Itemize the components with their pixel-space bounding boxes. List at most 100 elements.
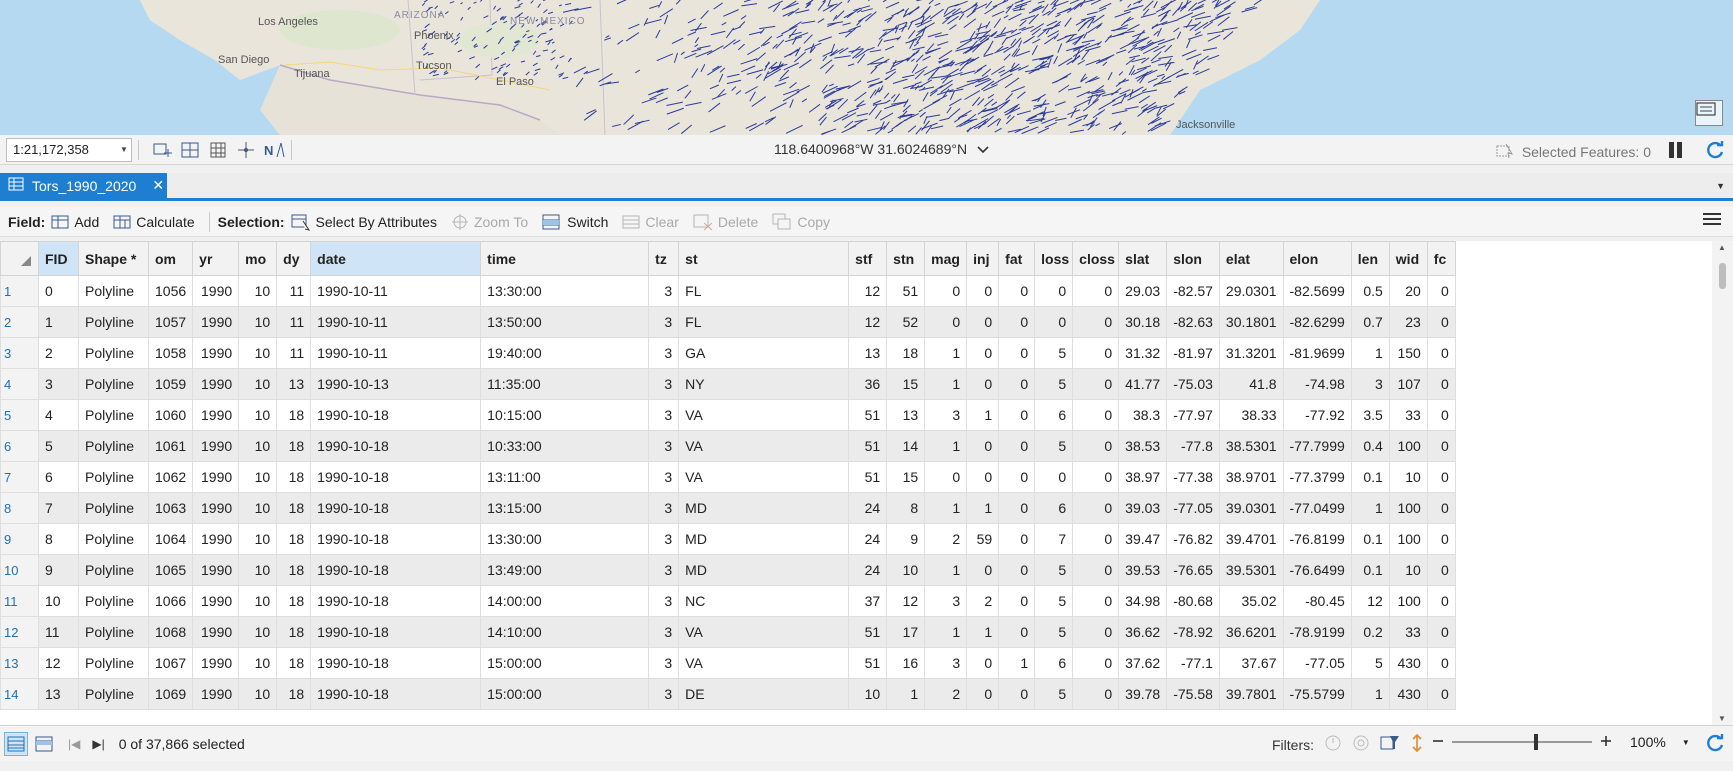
row-number[interactable]: 7	[0, 461, 39, 493]
table-cell[interactable]: 18	[276, 616, 312, 648]
table-cell[interactable]: 15:00:00	[480, 647, 650, 679]
table-cell[interactable]: 0	[1426, 399, 1456, 431]
table-cell[interactable]: VA	[678, 461, 850, 493]
table-cell[interactable]: 18	[276, 492, 312, 524]
time-filter-icon[interactable]	[1324, 734, 1342, 755]
table-cell[interactable]: 0	[966, 337, 1000, 369]
table-cell[interactable]: 13:50:00	[480, 306, 650, 338]
table-cell[interactable]: 12	[38, 647, 79, 679]
table-cell[interactable]: 1	[924, 337, 968, 369]
table-cell[interactable]: 0	[966, 461, 1000, 493]
table-cell[interactable]: 39.53	[1118, 554, 1168, 586]
table-cell[interactable]: 18	[276, 399, 312, 431]
column-header[interactable]: elat	[1218, 241, 1284, 276]
switch-selection-button[interactable]: Switch	[542, 213, 608, 231]
table-cell[interactable]: 3	[648, 523, 680, 555]
row-number[interactable]: 6	[0, 430, 39, 462]
last-record-icon[interactable]: ▶|	[92, 737, 104, 751]
table-cell[interactable]: Polyline	[78, 337, 149, 369]
map-view[interactable]: Los Angeles San Diego Tijuana Phoenix Tu…	[0, 0, 1733, 135]
table-cell[interactable]: 38.3	[1118, 399, 1168, 431]
table-cell[interactable]: 0	[966, 368, 1000, 400]
table-cell[interactable]: 1990	[192, 306, 240, 338]
scroll-down-icon[interactable]: ▼	[1718, 714, 1726, 723]
table-cell[interactable]: 10	[238, 430, 278, 462]
table-cell[interactable]: 1065	[147, 554, 194, 586]
column-header[interactable]: om	[147, 241, 194, 276]
table-row[interactable]: 8 7 Polyline 1063 1990 10 18 1990-10-18 13:15:00…	[0, 492, 1456, 524]
table-cell[interactable]: 15	[886, 461, 926, 493]
table-cell[interactable]: 2	[924, 678, 968, 710]
table-cell[interactable]: 0	[1072, 523, 1120, 555]
table-cell[interactable]: 1	[924, 492, 968, 524]
table-cell[interactable]: 1	[38, 306, 79, 338]
table-cell[interactable]: 3	[648, 306, 680, 338]
table-cell[interactable]: 0	[966, 306, 1000, 338]
table-cell[interactable]: Polyline	[78, 647, 149, 679]
table-cell[interactable]: 11	[276, 306, 312, 338]
table-cell[interactable]: 1066	[147, 585, 194, 617]
table-cell[interactable]: -77.92	[1282, 399, 1352, 431]
table-cell[interactable]: -74.98	[1282, 368, 1352, 400]
table-cell[interactable]: VA	[678, 399, 850, 431]
column-header[interactable]: yr	[192, 241, 240, 276]
table-cell[interactable]: 15	[886, 368, 926, 400]
calculate-field-button[interactable]: Calculate	[113, 214, 195, 230]
table-cell[interactable]: 150	[1388, 337, 1428, 369]
selected-features-indicator[interactable]: Selected Features: 0	[1496, 141, 1651, 162]
table-cell[interactable]: 0	[998, 554, 1036, 586]
column-header[interactable]: dy	[276, 241, 312, 276]
table-cell[interactable]: 10	[238, 399, 278, 431]
table-cell[interactable]: 0	[998, 399, 1036, 431]
table-cell[interactable]: 3	[648, 678, 680, 710]
table-cell[interactable]: 10	[238, 306, 278, 338]
table-cell[interactable]: -76.6499	[1282, 554, 1352, 586]
zoom-slider[interactable]	[1452, 734, 1592, 750]
row-number[interactable]: 8	[0, 492, 39, 524]
table-cell[interactable]: -81.9699	[1282, 337, 1352, 369]
table-cell[interactable]: -80.45	[1282, 585, 1352, 617]
table-cell[interactable]: 39.5301	[1218, 554, 1284, 586]
refresh-icon[interactable]	[1705, 733, 1725, 756]
snapping-icon[interactable]	[179, 139, 201, 161]
table-cell[interactable]: 0	[924, 275, 968, 307]
table-cell[interactable]: 1	[924, 616, 968, 648]
column-header[interactable]: inj	[966, 241, 1000, 276]
table-row[interactable]: 13 12 Polyline 1067 1990 10 18 1990-10-18 15:00:…	[0, 647, 1456, 679]
table-row[interactable]: 10 9 Polyline 1065 1990 10 18 1990-10-18 13:49:0…	[0, 554, 1456, 586]
table-cell[interactable]: 5	[1034, 430, 1074, 462]
table-cell[interactable]: 3	[648, 554, 680, 586]
table-cell[interactable]: 17	[886, 616, 926, 648]
table-cell[interactable]: 1069	[147, 678, 194, 710]
table-cell[interactable]: 10	[238, 678, 278, 710]
zoom-level-dropdown[interactable]: 100% ▼	[1630, 734, 1690, 750]
table-cell[interactable]: VA	[678, 430, 850, 462]
table-cell[interactable]: 33	[1388, 616, 1428, 648]
table-cell[interactable]: 10	[238, 554, 278, 586]
table-cell[interactable]: 39.4701	[1218, 523, 1284, 555]
column-header[interactable]: loss	[1034, 241, 1074, 276]
table-cell[interactable]: 13:11:00	[480, 461, 650, 493]
table-cell[interactable]: 0	[1034, 461, 1074, 493]
zoom-in-icon[interactable]	[1600, 734, 1612, 750]
table-cell[interactable]: 0	[1426, 647, 1456, 679]
table-cell[interactable]: 0	[38, 275, 79, 307]
table-cell[interactable]: 3	[924, 647, 968, 679]
table-cell[interactable]: 0	[1426, 368, 1456, 400]
table-cell[interactable]: 0	[1034, 275, 1074, 307]
table-cell[interactable]: 5	[1034, 337, 1074, 369]
table-cell[interactable]: 0	[998, 275, 1036, 307]
table-cell[interactable]: -82.57	[1166, 275, 1220, 307]
table-cell[interactable]: 10	[1388, 461, 1428, 493]
table-cell[interactable]: 10	[238, 368, 278, 400]
table-cell[interactable]: 1067	[147, 647, 194, 679]
table-cell[interactable]: 1	[924, 430, 968, 462]
table-cell[interactable]: 107	[1388, 368, 1428, 400]
table-row[interactable]: 11 10 Polyline 1066 1990 10 18 1990-10-18 14:00:…	[0, 585, 1456, 617]
table-cell[interactable]: 0	[1426, 275, 1456, 307]
table-cell[interactable]: 30.18	[1118, 306, 1168, 338]
table-cell[interactable]: 14:00:00	[480, 585, 650, 617]
table-cell[interactable]: 7	[38, 492, 79, 524]
table-cell[interactable]: Polyline	[78, 461, 149, 493]
table-cell[interactable]: -75.03	[1166, 368, 1220, 400]
